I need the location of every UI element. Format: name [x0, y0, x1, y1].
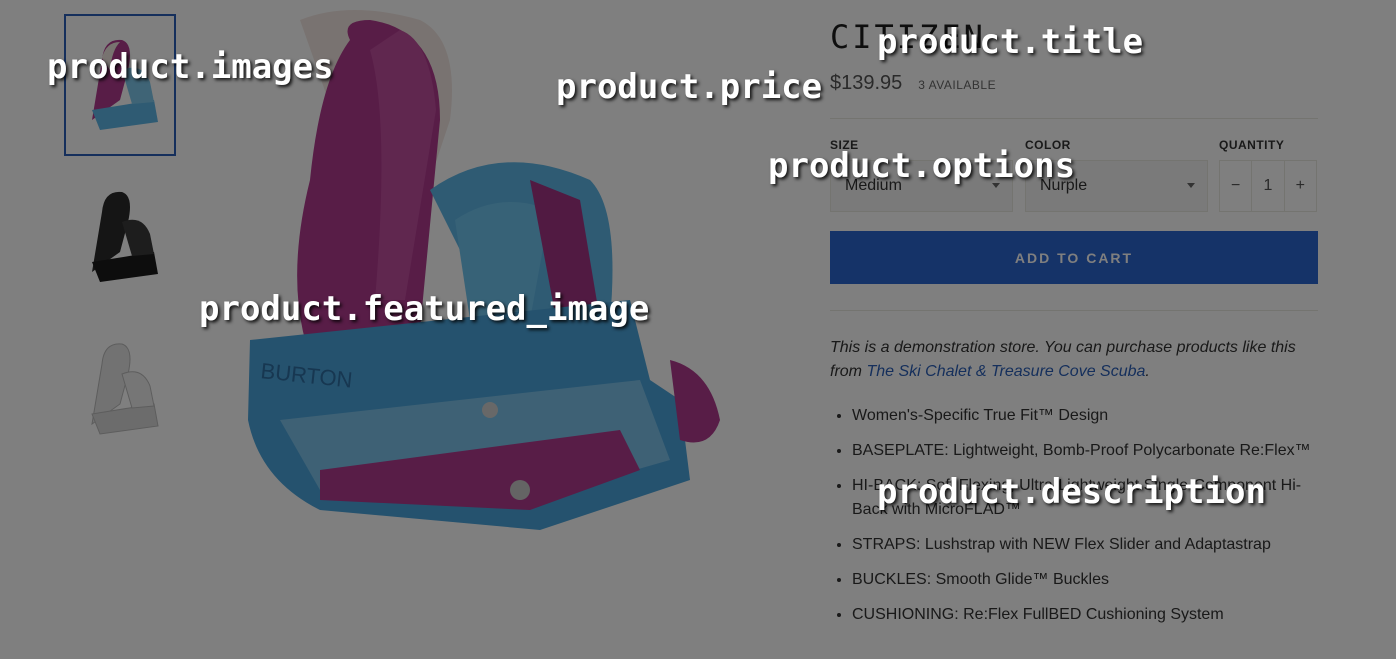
- chevron-down-icon: [1187, 183, 1195, 188]
- price-row: $139.95 3 AVAILABLE: [830, 72, 996, 95]
- overlay-label-price: product.price: [556, 67, 823, 107]
- quantity-stepper: − 1 +: [1219, 160, 1317, 212]
- product-price: $139.95: [830, 72, 903, 94]
- list-item: CUSHIONING: Re:Flex FullBED Cushioning S…: [852, 603, 1318, 627]
- description-intro: This is a demonstration store. You can p…: [830, 336, 1318, 384]
- list-item: BUCKLES: Smooth Glide™ Buckles: [852, 568, 1318, 592]
- binding-black-icon: [92, 191, 158, 282]
- thumbnail-white[interactable]: [64, 318, 176, 460]
- list-item: BASEPLATE: Lightweight, Bomb-Proof Polyc…: [852, 439, 1318, 463]
- quantity-plus-button[interactable]: +: [1285, 161, 1316, 211]
- overlay-label-featured-image: product.featured_image: [199, 289, 650, 329]
- stock-count: 3 AVAILABLE: [918, 78, 997, 92]
- add-to-cart-button[interactable]: ADD TO CART: [830, 231, 1318, 284]
- overlay-label-options: product.options: [768, 146, 1076, 186]
- intro-end: .: [1145, 363, 1150, 380]
- quantity-minus-button[interactable]: −: [1220, 161, 1251, 211]
- overlay-label-description: product.description: [877, 472, 1266, 512]
- divider: [830, 118, 1318, 119]
- binding-white-icon: [91, 343, 159, 435]
- list-item: Women's-Specific True Fit™ Design: [852, 404, 1318, 428]
- list-item: STRAPS: Lushstrap with NEW Flex Slider a…: [852, 533, 1318, 557]
- overlay-label-images: product.images: [47, 47, 334, 87]
- store-link[interactable]: The Ski Chalet & Treasure Cove Scuba: [866, 363, 1145, 380]
- quantity-input[interactable]: 1: [1251, 161, 1285, 211]
- quantity-option: QUANTITY − 1 +: [1219, 138, 1317, 212]
- quantity-label: QUANTITY: [1219, 138, 1285, 152]
- divider: [830, 310, 1318, 311]
- thumbnail-black[interactable]: [64, 166, 176, 308]
- overlay-label-title: product.title: [877, 22, 1144, 62]
- feature-list: Women's-Specific True Fit™ Design BASEPL…: [830, 404, 1318, 627]
